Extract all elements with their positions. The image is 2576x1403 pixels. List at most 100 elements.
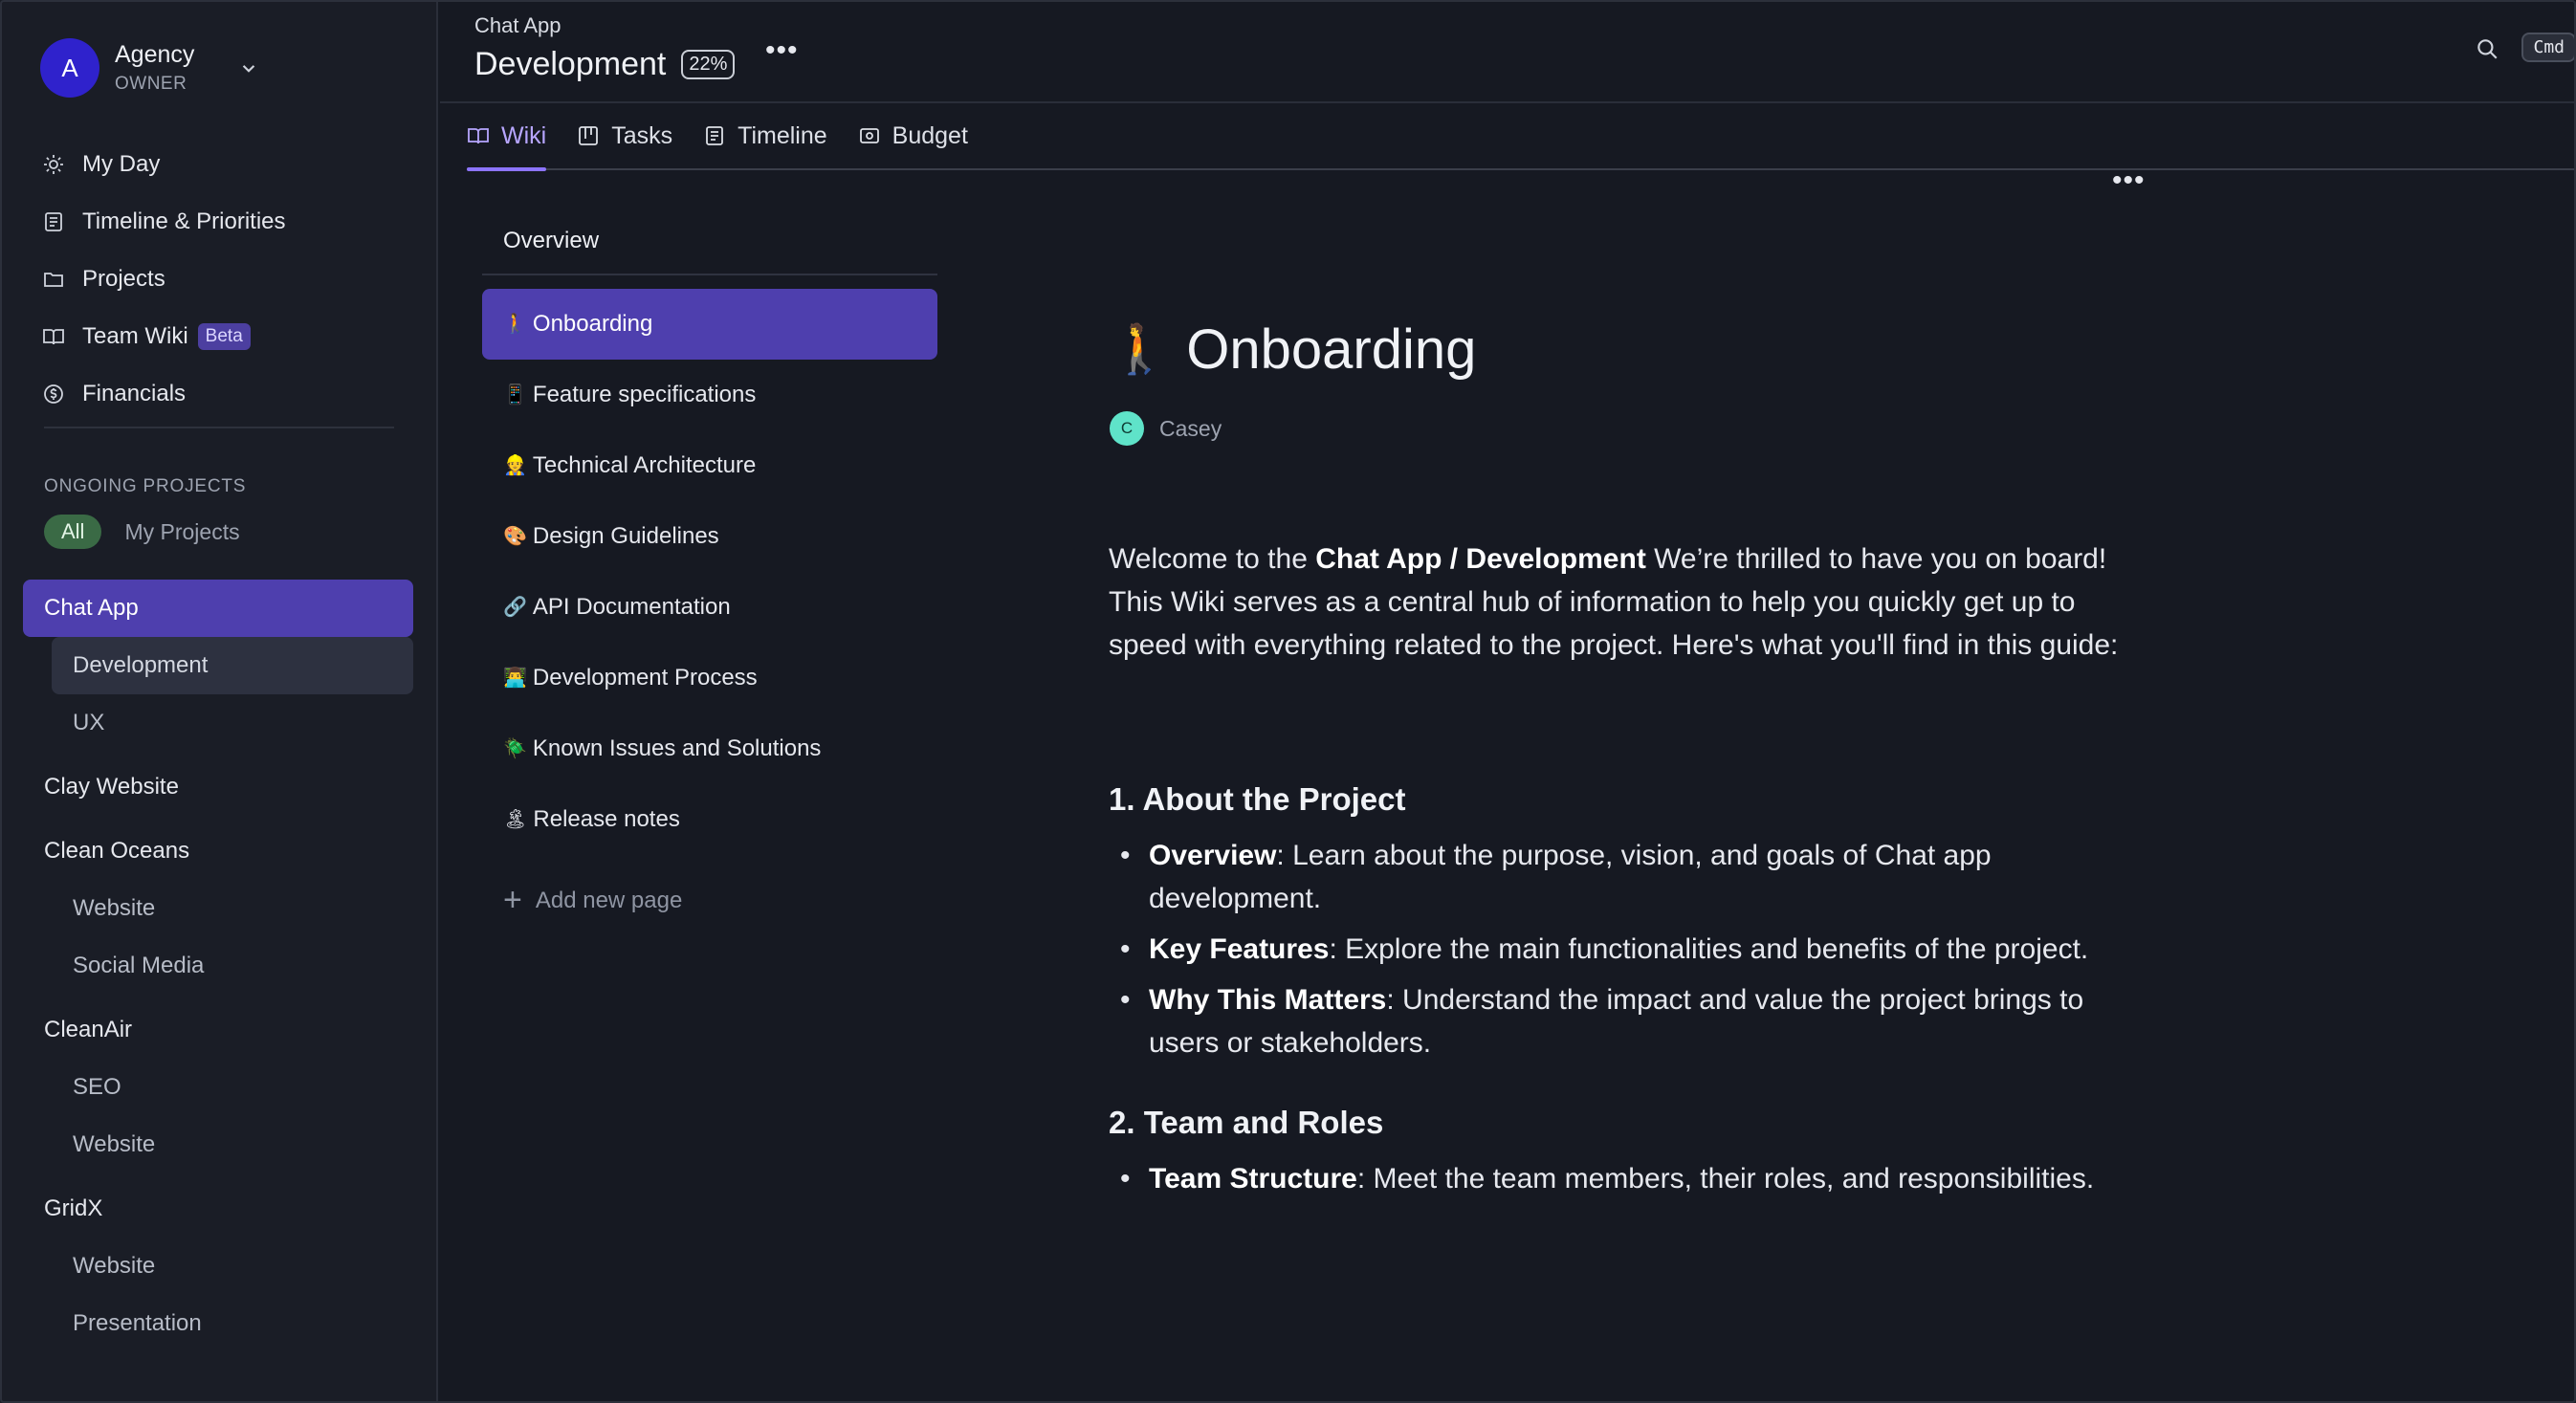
wiki-page-label: Development Process — [532, 665, 758, 691]
author-name: Casey — [1159, 415, 1222, 441]
tab-budget[interactable]: Budget — [858, 102, 968, 169]
subproject-website[interactable]: Website — [52, 880, 413, 937]
intro-paragraph: Welcome to the Chat App / Development We… — [1109, 537, 2123, 667]
page-header: Chat App Development 22% ••• Cmd — [440, 0, 2576, 103]
nav-projects[interactable]: Projects — [42, 251, 415, 308]
more-options-icon[interactable]: ••• — [765, 34, 799, 67]
subproject-social-media[interactable]: Social Media — [52, 937, 413, 995]
filter-my-projects-button[interactable]: My Projects — [124, 519, 239, 545]
wiki-page-technical-architecture[interactable]: 👷 Technical Architecture — [482, 430, 937, 501]
list-item: Why This Matters: Understand the impact … — [1109, 978, 2123, 1064]
wiki-page-known-issues[interactable]: 🪲 Known Issues and Solutions — [482, 713, 937, 784]
project-cleanair[interactable]: CleanAir — [23, 1001, 413, 1059]
list-item: Overview: Learn about the purpose, visio… — [1109, 834, 2123, 920]
tab-timeline[interactable]: Timeline — [703, 102, 827, 169]
subproject-website[interactable]: Website — [52, 1116, 413, 1173]
plus-icon: + — [503, 882, 522, 918]
wiki-page-list: Overview 🚶 Onboarding 📱 Feature specificat… — [482, 208, 937, 919]
folder-icon — [44, 273, 63, 287]
wiki-page-onboarding[interactable]: 🚶 Onboarding — [482, 289, 937, 360]
more-options-icon[interactable]: ••• — [2112, 164, 2146, 197]
section-heading: 1. About the Project — [1109, 781, 1406, 817]
developer-icon: 👨‍💻 — [503, 668, 527, 689]
bullet-list: Overview: Learn about the purpose, visio… — [1109, 834, 2123, 1064]
workspace-name: Agency — [115, 41, 195, 68]
breadcrumb[interactable]: Chat App — [474, 13, 561, 38]
list-icon — [45, 212, 62, 231]
tab-label: Budget — [892, 121, 968, 149]
worker-icon: 👷 — [503, 455, 527, 476]
nav-timeline[interactable]: Timeline & Priorities — [42, 193, 415, 251]
wiki-page-label: Known Issues and Solutions — [532, 735, 822, 761]
beta-badge: Beta — [197, 323, 251, 350]
list-item: Key Features: Explore the main functiona… — [1109, 928, 2123, 971]
nav-label: Timeline & Priorities — [82, 208, 286, 234]
subproject-website[interactable]: Website — [52, 1238, 413, 1295]
text-run: : Meet the team members, their roles, an… — [1356, 1163, 2095, 1195]
main-nav: My Day Timeline & Priorities Projects Te… — [42, 136, 415, 423]
nav-financials[interactable]: Financials — [42, 365, 415, 423]
chevron-down-icon[interactable] — [236, 55, 261, 80]
text-run: Welcome to the — [1109, 543, 1316, 575]
avatar: C — [1110, 411, 1144, 446]
project-chat-app[interactable]: Chat App — [23, 580, 413, 637]
workspace-role: OWNER — [115, 74, 187, 94]
wiki-page-feature-specifications[interactable]: 📱 Feature specifications — [482, 360, 937, 430]
tab-bar: Wiki Tasks Timeline Budget — [467, 102, 2576, 171]
progress-badge: 22% — [681, 50, 736, 79]
book-icon — [43, 329, 64, 345]
add-page-label: Add new page — [535, 887, 683, 913]
project-clean-oceans[interactable]: Clean Oceans — [23, 822, 413, 880]
section-heading: 2. Team and Roles — [1109, 1105, 1384, 1140]
tab-label: Timeline — [738, 121, 827, 149]
nav-label: My Day — [82, 151, 161, 177]
search-icon[interactable] — [2475, 36, 2499, 61]
tab-wiki[interactable]: Wiki — [467, 102, 547, 171]
nav-label: Financials — [82, 381, 187, 406]
project-list: Chat App Development UX Clay Website Cle… — [23, 580, 413, 1352]
bold-text: Chat App / Development — [1315, 543, 1646, 575]
tab-tasks[interactable]: Tasks — [577, 102, 672, 169]
wiki-page-label: Release notes — [533, 806, 680, 832]
subproject-ux[interactable]: UX — [52, 694, 413, 752]
bold-text: Key Features — [1149, 933, 1330, 965]
command-shortcut[interactable]: Cmd — [2521, 33, 2576, 62]
nav-my-day[interactable]: My Day — [42, 136, 415, 193]
wiki-page-api-documentation[interactable]: 🔗 API Documentation — [482, 572, 937, 643]
subproject-seo[interactable]: SEO — [52, 1059, 413, 1116]
island-icon: 🏝 — [503, 809, 528, 830]
project-clay-website[interactable]: Clay Website — [23, 758, 413, 816]
wiki-page-design-guidelines[interactable]: 🎨 Design Guidelines — [482, 501, 937, 572]
wiki-page-label: Feature specifications — [532, 382, 757, 407]
text-run: : Learn about the purpose, vision, and g… — [1149, 840, 1992, 914]
wiki-overview-link[interactable]: Overview — [482, 208, 937, 275]
doc-body[interactable]: Welcome to the Chat App / Development We… — [1109, 537, 2123, 1208]
wiki-page-development-process[interactable]: 👨‍💻 Development Process — [482, 643, 937, 713]
workspace-avatar: A — [40, 38, 99, 98]
palette-icon: 🎨 — [503, 526, 527, 547]
board-icon — [579, 126, 599, 145]
phone-icon: 📱 — [503, 384, 527, 406]
nav-team-wiki[interactable]: Team Wiki Beta — [42, 308, 415, 365]
subproject-development[interactable]: Development — [52, 637, 413, 694]
wiki-page-release-notes[interactable]: 🏝 Release notes — [482, 784, 937, 855]
book-icon — [468, 128, 489, 144]
bullet-list: Team Structure: Meet the team members, t… — [1109, 1157, 2123, 1200]
money-icon — [859, 128, 879, 143]
doc-title-text: Onboarding — [1186, 318, 1477, 381]
wiki-page-label: API Documentation — [532, 594, 731, 620]
doc-title[interactable]: 🚶 Onboarding — [1110, 318, 1476, 382]
filter-all-button[interactable]: All — [44, 515, 102, 549]
link-icon: 🔗 — [503, 597, 527, 618]
workspace-switcher[interactable]: A Agency OWNER — [40, 38, 261, 98]
coin-icon — [44, 384, 63, 404]
bug-icon: 🪲 — [503, 738, 527, 759]
wiki-page-label: Design Guidelines — [532, 523, 719, 549]
add-new-page-button[interactable]: + Add new page — [482, 882, 937, 919]
project-gridx[interactable]: GridX — [23, 1180, 413, 1238]
list-icon — [706, 126, 724, 145]
sun-icon — [44, 155, 63, 174]
subproject-presentation[interactable]: Presentation — [52, 1295, 413, 1352]
tab-label: Tasks — [611, 121, 673, 149]
page-title: Development — [474, 46, 667, 82]
